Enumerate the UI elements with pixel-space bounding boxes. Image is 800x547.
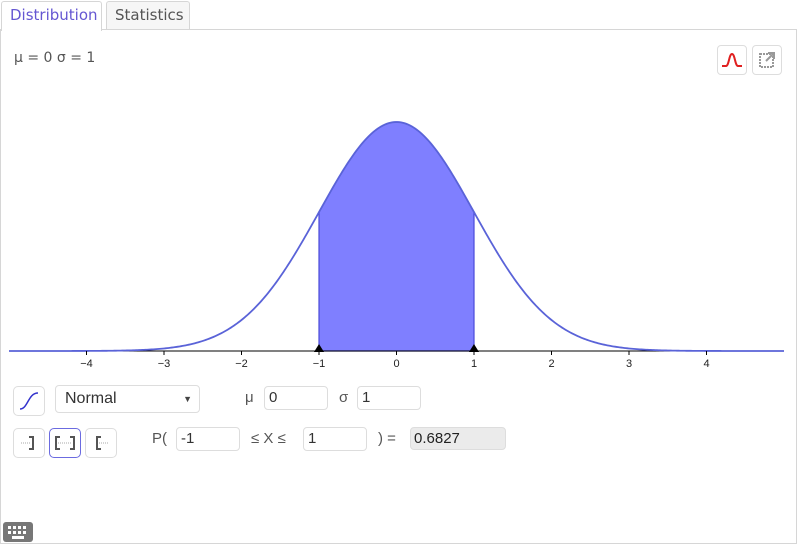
probability-prefix: P(	[152, 430, 167, 447]
x-tick-label: 1	[471, 358, 477, 370]
right-sided-icon	[96, 436, 109, 450]
mu-input[interactable]: 0	[264, 386, 328, 410]
equals-label: ) =	[378, 430, 396, 447]
two-sided-icon	[55, 436, 75, 450]
right-sided-button[interactable]	[85, 428, 117, 458]
tab-distribution[interactable]: Distribution	[1, 1, 102, 31]
x-tick-label: −4	[80, 358, 93, 370]
sigma-input[interactable]: 1	[357, 386, 421, 410]
sigma-label: σ	[339, 389, 349, 406]
x-tick-label: −2	[235, 358, 248, 370]
shaded-probability-area	[318, 121, 475, 352]
left-sided-button[interactable]	[13, 428, 45, 458]
x-tick-label: 2	[548, 358, 554, 370]
x-tick-label: 0	[393, 358, 399, 370]
cdf-curve-icon	[19, 392, 39, 410]
distribution-select-value: Normal	[65, 390, 117, 407]
chevron-down-icon: ▼	[183, 394, 192, 404]
upper-bound-input[interactable]: 1	[303, 427, 367, 451]
left-sided-icon	[21, 436, 34, 450]
two-sided-button[interactable]	[49, 428, 81, 458]
distribution-select[interactable]: Normal ▼	[55, 385, 200, 413]
keyboard-icon	[8, 526, 26, 539]
distribution-plot[interactable]: −4 −3 −2 −1 0 1 2 3 4	[0, 0, 800, 380]
x-tick-label: −1	[313, 358, 326, 370]
x-tick-label: 3	[626, 358, 632, 370]
lower-bound-input[interactable]: -1	[176, 427, 240, 451]
keyboard-button[interactable]	[3, 522, 33, 542]
cdf-toggle-button[interactable]	[13, 386, 45, 416]
x-tick-label: 4	[703, 358, 709, 370]
between-label: ≤ X ≤	[251, 430, 286, 447]
probability-result: 0.6827	[410, 427, 506, 450]
x-tick-label: −3	[158, 358, 171, 370]
mu-label: μ	[245, 389, 254, 406]
